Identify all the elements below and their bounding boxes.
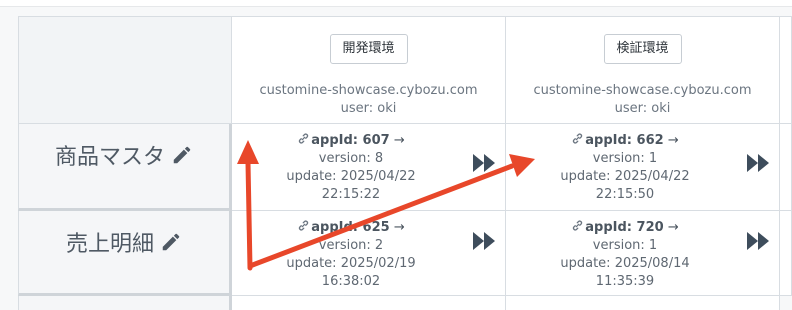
app-update-date: update: 2025/02/19 <box>286 256 416 271</box>
app-arrow: → <box>667 133 679 148</box>
pencil-icon[interactable] <box>160 231 182 253</box>
fast-forward-icon[interactable] <box>472 153 496 173</box>
env-staging-button[interactable]: 検証環境 <box>603 34 682 64</box>
app-cell: appId: 625 → version: 2 update: 2025/02/… <box>232 211 506 296</box>
app-cell-next <box>780 211 792 296</box>
app-cell: appId: 607 → version: 8 update: 2025/04/… <box>232 124 506 211</box>
fast-forward-icon[interactable] <box>746 153 770 173</box>
table-row-header-partial <box>18 296 232 310</box>
fast-forward-icon[interactable] <box>472 231 496 251</box>
env-staging-user: user: oki <box>614 101 671 116</box>
app-update-date: update: 2025/04/22 <box>286 169 416 184</box>
app-link[interactable]: appId: 662 <box>571 133 664 148</box>
app-update-date: update: 2025/04/22 <box>560 169 690 184</box>
env-dev-button[interactable]: 開発環境 <box>329 34 408 64</box>
app-id: appId: 662 <box>585 133 664 148</box>
env-header-dev: 開発環境 customine-showcase.cybozu.com user:… <box>232 16 506 124</box>
link-icon <box>573 220 583 231</box>
app-update-time: 22:15:50 <box>595 187 655 202</box>
link-icon <box>573 133 583 144</box>
env-header-next <box>780 16 792 124</box>
app-cell: appId: 662 → version: 1 update: 2025/04/… <box>506 124 780 211</box>
app-cell-partial <box>506 296 780 310</box>
environment-table: 開発環境 customine-showcase.cybozu.com user:… <box>18 16 792 310</box>
app-version: version: 1 <box>592 238 658 253</box>
app-cell: appId: 720 → version: 1 update: 2025/08/… <box>506 211 780 296</box>
app-update-date: update: 2025/08/14 <box>560 256 690 271</box>
env-header-staging: 検証環境 customine-showcase.cybozu.com user:… <box>506 16 780 124</box>
env-staging-domain: customine-showcase.cybozu.com <box>533 83 752 98</box>
row-label: 売上明細 <box>65 232 154 257</box>
link-icon <box>299 133 309 144</box>
table-row-header: 商品マスタ <box>18 124 232 211</box>
top-border <box>0 0 792 7</box>
app-version: version: 8 <box>318 151 384 166</box>
app-update-time: 16:38:02 <box>321 274 381 289</box>
app-arrow: → <box>393 133 405 148</box>
app-cell-next <box>780 124 792 211</box>
env-dev-user: user: oki <box>340 101 397 116</box>
app-update-time: 22:15:22 <box>321 187 381 202</box>
app-id: appId: 720 <box>585 220 664 235</box>
app-arrow: → <box>393 220 405 235</box>
link-icon <box>299 220 309 231</box>
app-link[interactable]: appId: 720 <box>571 220 664 235</box>
env-dev-domain: customine-showcase.cybozu.com <box>259 83 478 98</box>
app-link[interactable]: appId: 607 <box>297 133 390 148</box>
app-cell-partial <box>232 296 506 310</box>
app-update-time: 11:35:39 <box>595 274 655 289</box>
app-id: appId: 625 <box>311 220 390 235</box>
table-row-header: 売上明細 <box>18 211 232 296</box>
app-version: version: 2 <box>318 238 384 253</box>
row-label: 商品マスタ <box>54 145 165 170</box>
app-version: version: 1 <box>592 151 658 166</box>
pencil-icon[interactable] <box>171 144 193 166</box>
table-corner-cell <box>18 16 232 124</box>
app-arrow: → <box>667 220 679 235</box>
fast-forward-icon[interactable] <box>746 231 770 251</box>
app-link[interactable]: appId: 625 <box>297 220 390 235</box>
app-id: appId: 607 <box>311 133 390 148</box>
